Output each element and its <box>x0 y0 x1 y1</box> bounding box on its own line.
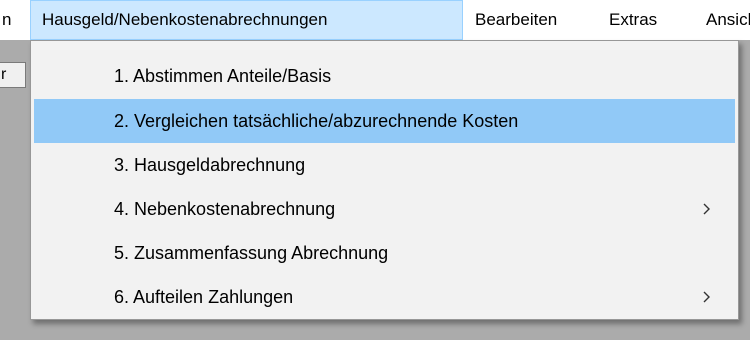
menu-bar-item-partial[interactable]: n <box>0 0 22 40</box>
menu-extras[interactable]: Extras <box>609 0 657 40</box>
menu-hausgeld-nebenkostenabrechnungen[interactable]: Hausgeld/Nebenkostenabrechnungen <box>30 0 463 40</box>
menu-item-nebenkostenabrechnung[interactable]: 4. Nebenkostenabrechnung <box>34 187 735 231</box>
menu-bar-item-partial-label: n <box>2 10 12 29</box>
menu-item-label: 1. Abstimmen Anteile/Basis <box>114 66 332 86</box>
menu-ansicht[interactable]: Ansicht <box>706 0 750 40</box>
menu-extras-label: Extras <box>609 10 658 29</box>
menu-item-vergleichen-kosten[interactable]: 2. Vergleichen tatsächliche/abzurechnend… <box>34 99 735 143</box>
menu-item-label: 4. Nebenkostenabrechnung <box>114 199 336 219</box>
menu-hausgeld-label: Hausgeld/Nebenkostenabrechnungen <box>42 10 328 29</box>
hausgeld-dropdown-menu: 1. Abstimmen Anteile/Basis 2. Vergleiche… <box>30 40 739 320</box>
menu-item-label: 5. Zusammenfassung Abrechnung <box>114 243 389 263</box>
menu-bearbeiten-label: Bearbeiten <box>475 10 558 29</box>
chevron-right-icon <box>703 203 710 215</box>
menu-bar: n Hausgeld/Nebenkostenabrechnungen Bearb… <box>0 0 750 40</box>
menu-item-aufteilen-zahlungen[interactable]: 6. Aufteilen Zahlungen <box>34 275 735 319</box>
menu-item-abstimmen-anteile[interactable]: 1. Abstimmen Anteile/Basis <box>34 54 735 98</box>
toolbar-button-label: r <box>1 66 7 83</box>
chevron-right-icon <box>703 291 710 303</box>
menu-item-label: 3. Hausgeldabrechnung <box>114 155 306 175</box>
menu-ansicht-label: Ansicht <box>706 10 750 29</box>
menu-bearbeiten[interactable]: Bearbeiten <box>475 0 557 40</box>
menu-item-label: 6. Aufteilen Zahlungen <box>114 287 294 307</box>
menu-item-zusammenfassung-abrechnung[interactable]: 5. Zusammenfassung Abrechnung <box>34 231 735 275</box>
menu-item-hausgeldabrechnung[interactable]: 3. Hausgeldabrechnung <box>34 143 735 187</box>
menu-item-label: 2. Vergleichen tatsächliche/abzurechnend… <box>114 111 519 131</box>
toolbar-button-partial[interactable]: r <box>0 62 26 88</box>
